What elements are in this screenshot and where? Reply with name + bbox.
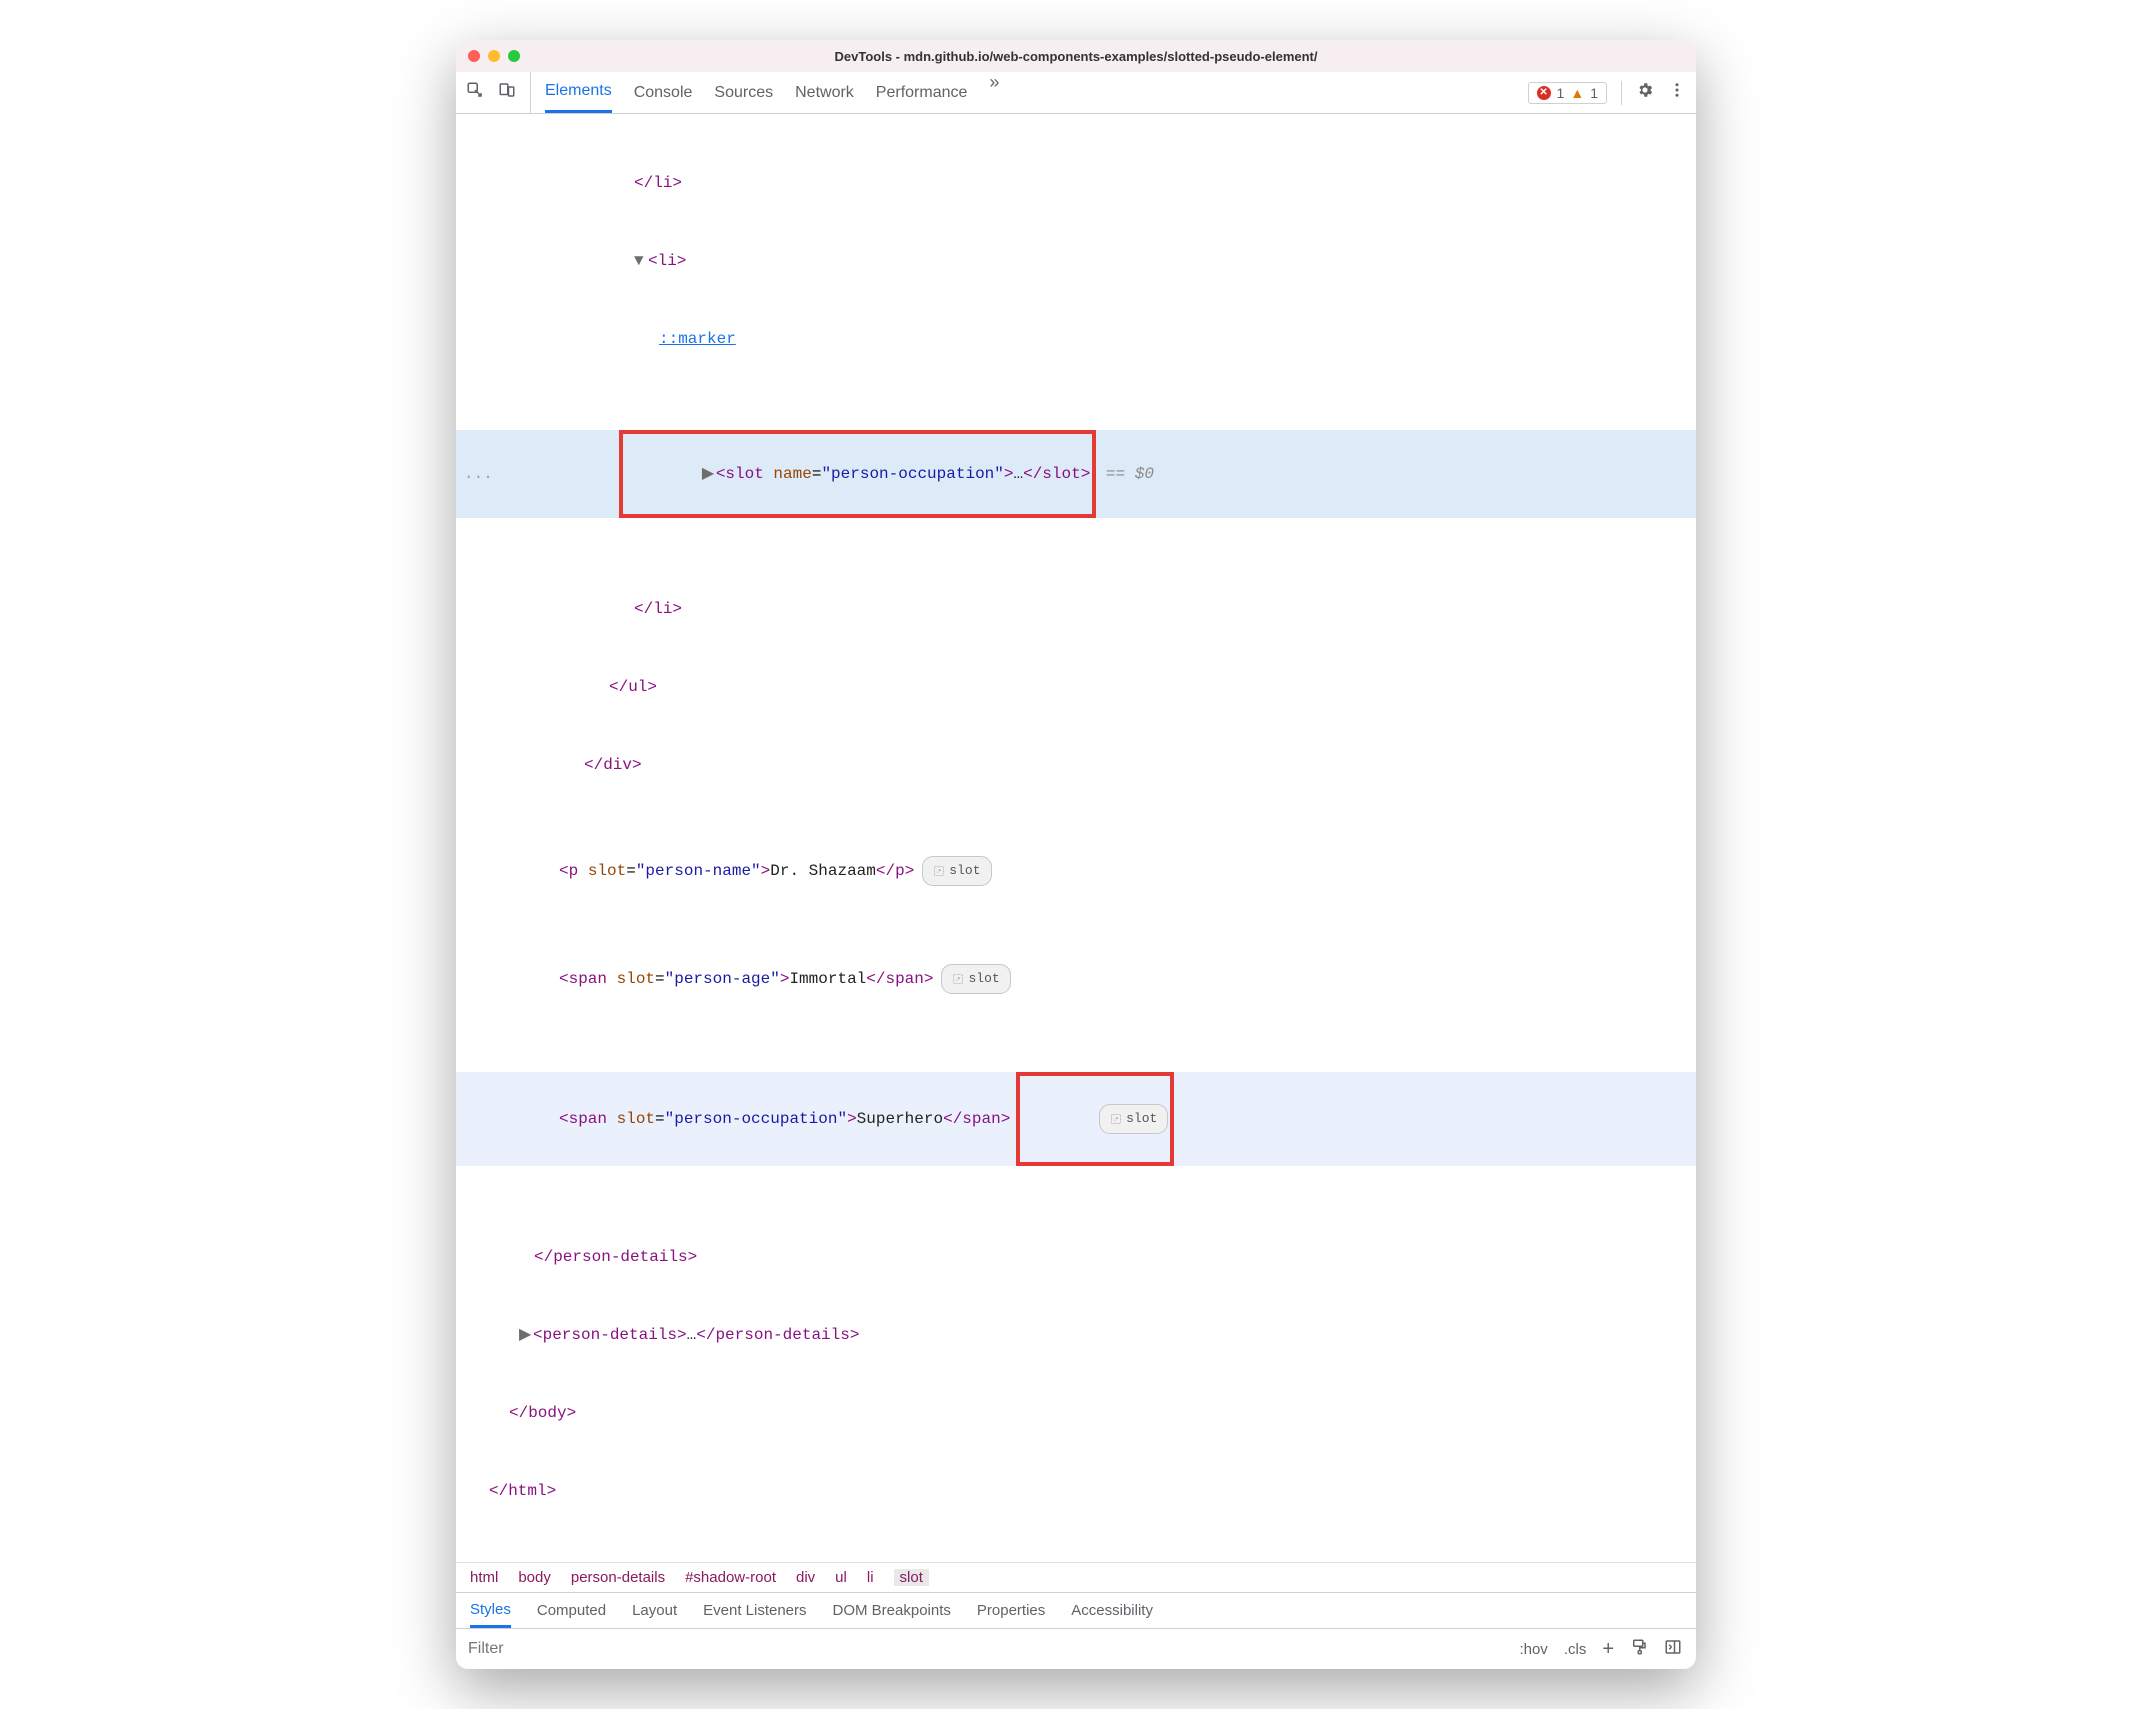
tree-row[interactable]: ▶<person-details>…</person-details>	[456, 1322, 1696, 1348]
toggle-sidebar-icon[interactable]	[1664, 1638, 1682, 1660]
crumb-li[interactable]: li	[867, 1569, 874, 1586]
paint-icon[interactable]	[1630, 1638, 1648, 1660]
tree-row: ::marker	[456, 326, 1696, 352]
tab-network[interactable]: Network	[795, 72, 854, 113]
minimize-icon[interactable]	[488, 50, 500, 62]
close-icon[interactable]	[468, 50, 480, 62]
window-controls	[468, 50, 520, 62]
inspect-icon[interactable]	[466, 81, 484, 104]
device-toggle-icon[interactable]	[498, 81, 516, 104]
row-actions-icon[interactable]: ...	[464, 461, 484, 487]
styles-tabs: Styles Computed Layout Event Listeners D…	[456, 1593, 1696, 1629]
reveal-slot-badge[interactable]: slot	[922, 856, 991, 886]
tree-row: </div>	[456, 752, 1696, 778]
tab-console[interactable]: Console	[634, 72, 693, 113]
error-icon: ✕	[1537, 86, 1551, 100]
elements-tree[interactable]: </li> ▼<li> ::marker ... ▶<slot name="pe…	[456, 114, 1696, 1562]
tree-row: </body>	[456, 1400, 1696, 1426]
expand-icon[interactable]: ▶	[519, 1322, 533, 1348]
tree-row: ▼<li>	[456, 248, 1696, 274]
tree-row: </person-details>	[456, 1244, 1696, 1270]
window-title: DevTools - mdn.github.io/web-components-…	[468, 49, 1684, 64]
reveal-slot-badge[interactable]: slot	[1099, 1104, 1168, 1134]
tab-elements[interactable]: Elements	[545, 72, 612, 113]
toggle-classes-button[interactable]: .cls	[1564, 1641, 1587, 1658]
expand-icon[interactable]: ▶	[702, 461, 716, 487]
subtab-computed[interactable]: Computed	[537, 1593, 606, 1628]
toolbar-divider	[1621, 81, 1622, 105]
subtab-styles[interactable]: Styles	[470, 1593, 511, 1628]
tree-row: </li>	[456, 596, 1696, 622]
devtools-window: DevTools - mdn.github.io/web-components-…	[456, 40, 1696, 1669]
crumb-ul[interactable]: ul	[835, 1569, 847, 1586]
expand-icon[interactable]: ▼	[634, 248, 648, 274]
subtab-dom-breakpoints[interactable]: DOM Breakpoints	[833, 1593, 951, 1628]
tree-row[interactable]: <span slot="person-occupation">Superhero…	[456, 1072, 1696, 1166]
styles-filter-input[interactable]	[456, 1632, 1505, 1666]
breadcrumb: html body person-details #shadow-root di…	[456, 1562, 1696, 1593]
highlight-box: slot	[1016, 1072, 1174, 1166]
tree-row[interactable]: <span slot="person-age">Immortal</span> …	[456, 964, 1696, 994]
tree-row-selected[interactable]: ... ▶<slot name="person-occupation">…</s…	[456, 430, 1696, 518]
highlight-box: ▶<slot name="person-occupation">…</slot>	[619, 430, 1096, 518]
tab-performance[interactable]: Performance	[876, 72, 968, 113]
crumb-shadow-root[interactable]: #shadow-root	[685, 1569, 776, 1586]
error-count: 1	[1557, 85, 1565, 101]
tab-sources[interactable]: Sources	[714, 72, 773, 113]
crumb-div[interactable]: div	[796, 1569, 815, 1586]
subtab-properties[interactable]: Properties	[977, 1593, 1045, 1628]
subtab-event-listeners[interactable]: Event Listeners	[703, 1593, 806, 1628]
zoom-icon[interactable]	[508, 50, 520, 62]
titlebar: DevTools - mdn.github.io/web-components-…	[456, 40, 1696, 72]
subtab-layout[interactable]: Layout	[632, 1593, 677, 1628]
new-style-rule-button[interactable]: +	[1602, 1639, 1614, 1659]
tree-row: </li>	[456, 170, 1696, 196]
issues-counter[interactable]: ✕ 1 ▲ 1	[1528, 82, 1607, 104]
subtab-accessibility[interactable]: Accessibility	[1071, 1593, 1153, 1628]
tree-row[interactable]: <p slot="person-name">Dr. Shazaam</p> sl…	[456, 856, 1696, 886]
tabs-overflow-icon[interactable]: »	[989, 72, 999, 113]
tree-row: </html>	[456, 1478, 1696, 1504]
crumb-slot[interactable]: slot	[894, 1569, 929, 1586]
crumb-person-details[interactable]: person-details	[571, 1569, 665, 1586]
crumb-body[interactable]: body	[518, 1569, 551, 1586]
main-toolbar: Elements Console Sources Network Perform…	[456, 72, 1696, 114]
crumb-html[interactable]: html	[470, 1569, 498, 1586]
toggle-hover-button[interactable]: :hov	[1519, 1641, 1547, 1658]
console-reference: == $0	[1096, 461, 1154, 487]
warning-count: 1	[1590, 85, 1598, 101]
styles-filter-bar: :hov .cls +	[456, 1629, 1696, 1669]
panel-tabs: Elements Console Sources Network Perform…	[545, 72, 999, 113]
more-icon[interactable]	[1668, 81, 1686, 104]
settings-icon[interactable]	[1636, 81, 1654, 104]
warning-icon: ▲	[1570, 85, 1584, 101]
tree-row: </ul>	[456, 674, 1696, 700]
reveal-slot-badge[interactable]: slot	[941, 964, 1010, 994]
